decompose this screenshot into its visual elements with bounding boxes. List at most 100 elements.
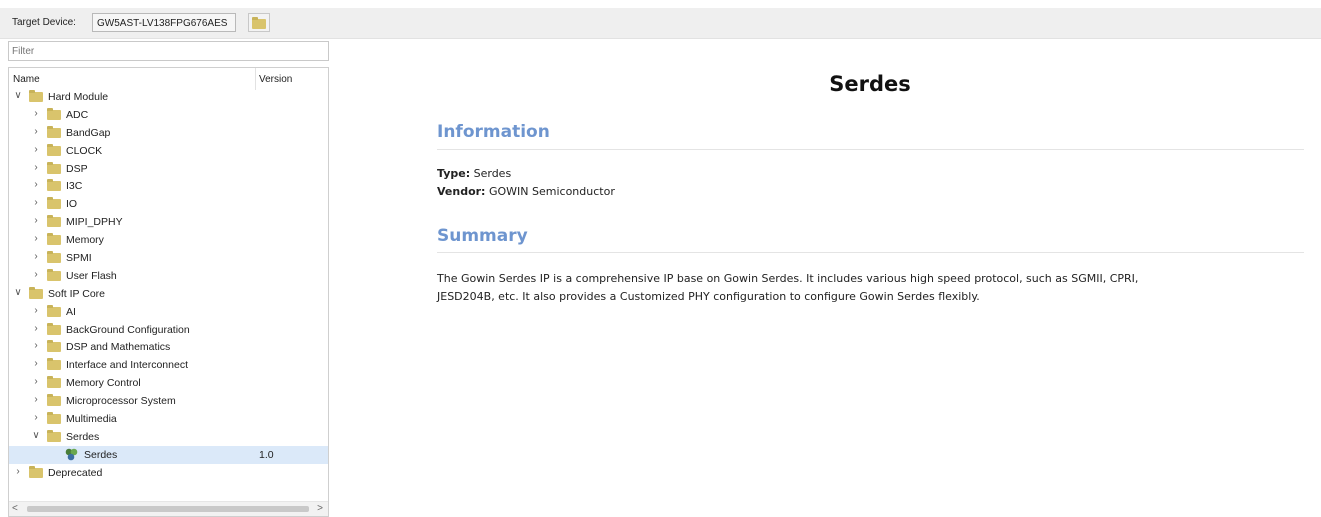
column-header-version[interactable]: Version: [259, 74, 292, 85]
tree-row[interactable]: › Memory Control: [9, 374, 328, 392]
chevron-right-icon[interactable]: ›: [31, 340, 41, 351]
scroll-right-arrow[interactable]: >: [317, 503, 323, 514]
folder-icon: [29, 90, 43, 102]
ip-core-icon: [65, 448, 78, 461]
tree-row-label: User Flash: [66, 269, 117, 282]
chevron-right-icon[interactable]: ›: [31, 323, 41, 334]
tree-row[interactable]: › Microprocessor System: [9, 392, 328, 410]
tree-row-label: Microprocessor System: [66, 395, 176, 408]
horizontal-scrollbar[interactable]: < >: [9, 501, 328, 516]
tree-header: Name Version: [9, 68, 328, 90]
tree-rows: ∨ Hard Module › ADC › BandGap › CLOCK › DSP › I3C › I…: [9, 88, 328, 482]
tree-row[interactable]: › AI: [9, 303, 328, 321]
folder-icon: [47, 268, 61, 281]
column-divider[interactable]: [255, 68, 256, 90]
tree-row-label: Multimedia: [66, 413, 117, 426]
chevron-right-icon[interactable]: ›: [31, 215, 41, 226]
chevron-right-icon[interactable]: ›: [31, 412, 41, 423]
tree-row[interactable]: ∨ Soft IP Core: [9, 285, 328, 303]
chevron-right-icon[interactable]: ›: [31, 197, 41, 208]
tree-row-label: DSP and Mathematics: [66, 341, 171, 354]
folder-icon: [29, 286, 43, 299]
tree-row[interactable]: › DSP and Mathematics: [9, 338, 328, 356]
folder-icon: [47, 304, 61, 317]
tree-row[interactable]: › DSP: [9, 160, 328, 178]
chevron-right-icon[interactable]: ›: [31, 305, 41, 316]
tree-row-label: Deprecated: [48, 466, 103, 479]
tree-row-label: Hard Module: [48, 91, 109, 103]
tree-row[interactable]: › BandGap: [9, 124, 328, 142]
scroll-thumb[interactable]: [27, 506, 309, 512]
device-toolbar: Target Device: GW5AST-LV138FPG676AES: [0, 8, 1321, 39]
tree-row-label: IO: [66, 198, 78, 211]
tree-row[interactable]: › ADC: [9, 106, 328, 124]
vendor-line: Vendor: GOWIN Semiconductor: [437, 185, 615, 198]
target-device-field[interactable]: GW5AST-LV138FPG676AES: [92, 13, 236, 32]
chevron-right-icon[interactable]: ›: [31, 358, 41, 369]
folder-icon: [47, 251, 61, 264]
tree-row[interactable]: › Deprecated: [9, 464, 328, 482]
tree-row[interactable]: › IO: [9, 195, 328, 213]
folder-icon: [47, 215, 61, 228]
ip-tree-panel: Name Version ∨ Hard Module › ADC › BandGap › CL…: [8, 67, 329, 517]
tree-row-label: Soft IP Core: [48, 287, 106, 300]
tree-row-label: Interface and Interconnect: [66, 359, 188, 372]
folder-icon: [47, 179, 61, 192]
scroll-left-arrow[interactable]: <: [12, 503, 18, 514]
chevron-right-icon[interactable]: ›: [31, 162, 41, 173]
tree-row-label: CLOCK: [66, 144, 103, 157]
chevron-right-icon[interactable]: ›: [31, 126, 41, 137]
chevron-right-icon[interactable]: ›: [13, 466, 23, 477]
information-heading: Information: [437, 122, 550, 142]
chevron-right-icon[interactable]: ›: [31, 269, 41, 280]
type-value: Serdes: [473, 167, 512, 180]
chevron-down-icon[interactable]: ∨: [13, 90, 23, 101]
summary-line-2: JESD204B, etc. It also provides a Custom…: [437, 290, 980, 303]
tree-row[interactable]: › BackGround Configuration: [9, 321, 328, 339]
folder-icon: [47, 322, 61, 335]
chevron-down-icon[interactable]: ∨: [13, 287, 23, 298]
chevron-down-icon[interactable]: ∨: [31, 430, 41, 441]
tree-row-label: AI: [66, 305, 76, 318]
tree-row[interactable]: › SPMI: [9, 249, 328, 267]
tree-row[interactable]: › CLOCK: [9, 142, 328, 160]
chevron-right-icon[interactable]: ›: [31, 394, 41, 405]
chevron-right-icon[interactable]: ›: [31, 144, 41, 155]
tree-row[interactable]: ∨ Hard Module: [9, 88, 328, 106]
folder-icon: [47, 340, 61, 353]
tree-row-label: ADC: [66, 108, 89, 121]
tree-row[interactable]: › Multimedia: [9, 410, 328, 428]
tree-row-label: Memory Control: [66, 377, 141, 390]
chevron-right-icon[interactable]: ›: [31, 233, 41, 244]
chevron-right-icon[interactable]: ›: [31, 108, 41, 119]
folder-icon: [47, 233, 61, 246]
tree-row[interactable]: › I3C: [9, 177, 328, 195]
tree-row[interactable]: Serdes 1.0: [9, 445, 328, 464]
tree-row[interactable]: › Interface and Interconnect: [9, 356, 328, 374]
filter-input[interactable]: [8, 41, 329, 61]
tree-row[interactable]: ∨ Serdes: [9, 428, 328, 446]
tree-row-label: BackGround Configuration: [66, 323, 190, 336]
tree-row-label: DSP: [66, 162, 88, 175]
column-header-name[interactable]: Name: [13, 74, 40, 85]
folder-icon: [252, 17, 266, 29]
summary-divider: [437, 252, 1304, 253]
tree-row-version: 1.0: [259, 448, 274, 461]
vendor-label: Vendor:: [437, 185, 486, 198]
folder-icon: [47, 376, 61, 389]
folder-icon: [47, 143, 61, 156]
tree-row[interactable]: › MIPI_DPHY: [9, 213, 328, 231]
tree-row[interactable]: › User Flash: [9, 267, 328, 285]
folder-icon: [47, 394, 61, 407]
vendor-value: GOWIN Semiconductor: [488, 185, 615, 198]
tree-row-label: Serdes: [84, 448, 118, 461]
summary-text: The Gowin Serdes IP is a comprehensive I…: [437, 270, 1307, 306]
tree-row[interactable]: › Memory: [9, 231, 328, 249]
chevron-right-icon[interactable]: ›: [31, 251, 41, 262]
folder-icon: [47, 412, 61, 425]
type-line: Type: Serdes: [437, 167, 511, 180]
browse-device-button[interactable]: [248, 13, 270, 32]
chevron-right-icon[interactable]: ›: [31, 376, 41, 387]
chevron-right-icon[interactable]: ›: [31, 179, 41, 190]
folder-icon: [47, 197, 61, 210]
